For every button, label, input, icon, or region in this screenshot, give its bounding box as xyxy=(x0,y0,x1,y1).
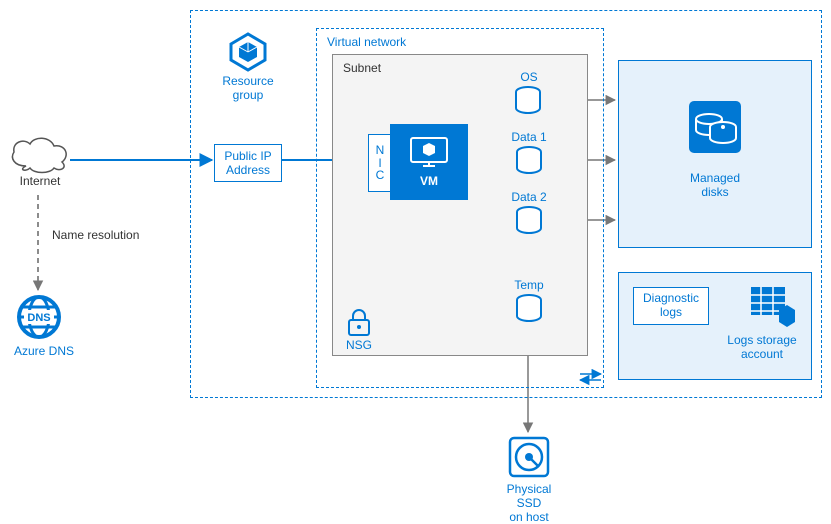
azure-dns-label: Azure DNS xyxy=(14,344,64,358)
diagnostic-logs-box: Diagnostic logs xyxy=(633,287,709,325)
data2-disk-node: Data 2 xyxy=(508,190,550,236)
ssd-icon xyxy=(506,434,552,480)
storage-table-icon xyxy=(749,283,797,331)
public-ip-label: Public IP Address xyxy=(224,149,271,178)
logs-storage-panel: Diagnostic logs Logs storage account xyxy=(618,272,812,380)
architecture-diagram: Internet Name resolution DNS Azure DNS R… xyxy=(0,0,831,523)
vm-monitor-icon xyxy=(409,136,449,170)
virtual-network-label: Virtual network xyxy=(327,35,406,49)
temp-disk-label: Temp xyxy=(508,278,550,292)
managed-disks-panel: Managed disks xyxy=(618,60,812,248)
resource-group-icon xyxy=(225,28,271,74)
nic-label: N I C xyxy=(376,144,385,182)
physical-ssd-label: Physical SSD on host xyxy=(502,482,556,524)
disk-icon xyxy=(515,146,543,176)
disk-icon xyxy=(514,86,542,116)
data1-disk-label: Data 1 xyxy=(508,130,550,144)
managed-disks-label: Managed disks xyxy=(619,171,811,199)
name-resolution-label: Name resolution xyxy=(52,228,139,242)
temp-disk-node: Temp xyxy=(508,278,550,324)
managed-disks-icon xyxy=(685,97,745,157)
azure-dns-node: DNS Azure DNS xyxy=(14,292,64,358)
os-disk-node: OS xyxy=(514,70,544,116)
cloud-icon xyxy=(6,132,74,174)
resource-group-label: Resource group xyxy=(214,74,282,102)
data1-disk-node: Data 1 xyxy=(508,130,550,176)
disk-icon xyxy=(515,206,543,236)
data2-disk-label: Data 2 xyxy=(508,190,550,204)
subnet-label: Subnet xyxy=(343,61,381,75)
public-ip-box: Public IP Address xyxy=(214,144,282,182)
os-disk-label: OS xyxy=(514,70,544,84)
diagnostic-logs-label: Diagnostic logs xyxy=(643,292,699,320)
resource-group-node: Resource group xyxy=(214,28,282,102)
internet-node: Internet xyxy=(6,132,74,188)
internet-label: Internet xyxy=(6,174,74,188)
physical-ssd-node: Physical SSD on host xyxy=(502,434,556,524)
disk-icon xyxy=(515,294,543,324)
vm-box: VM xyxy=(390,124,468,200)
nsg-label: NSG xyxy=(346,338,372,352)
logs-storage-label: Logs storage account xyxy=(719,333,805,361)
dns-globe-icon: DNS xyxy=(14,292,64,342)
vm-label: VM xyxy=(420,174,438,188)
nsg-node: NSG xyxy=(346,308,372,352)
lock-icon xyxy=(346,308,372,338)
nic-box: N I C xyxy=(368,134,392,192)
dns-icon-text: DNS xyxy=(27,312,50,324)
